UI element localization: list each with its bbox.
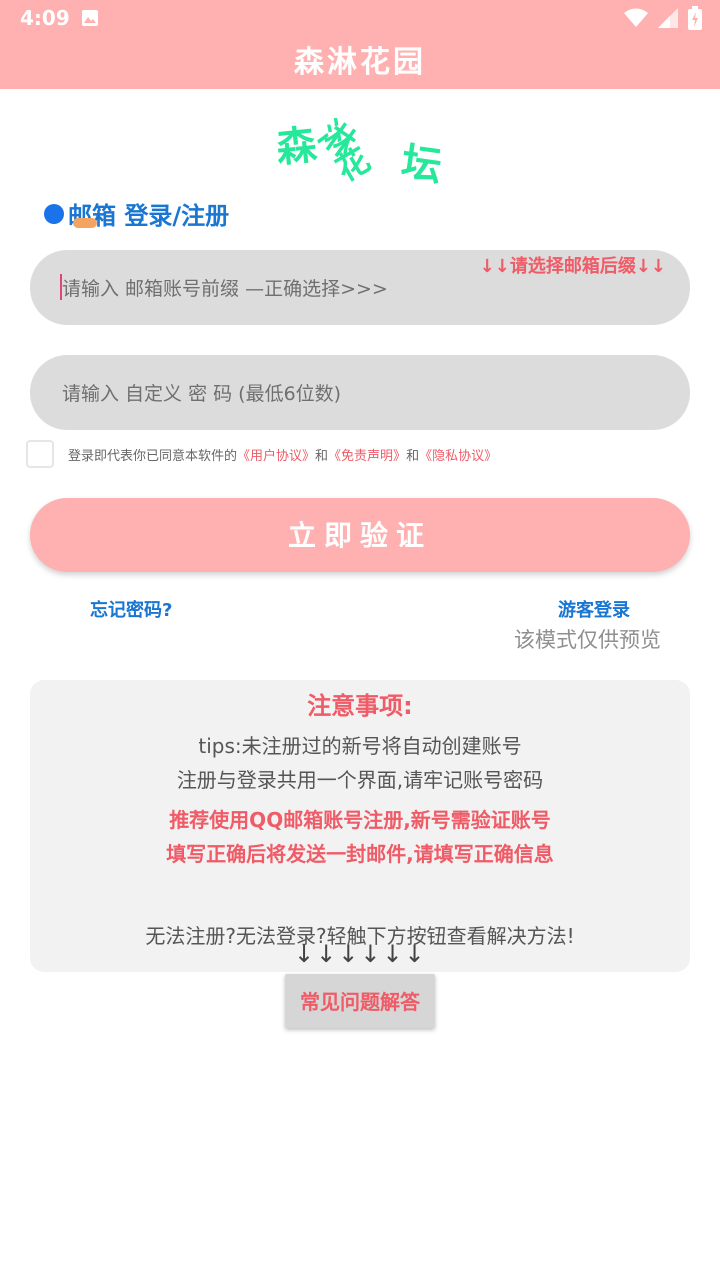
radio-dot-icon	[44, 203, 64, 224]
notice-warning: 填写正确后将发送一封邮件,请填写正确信息	[166, 842, 554, 866]
forgot-password-link[interactable]: 忘记密码?	[90, 596, 172, 622]
faq-button[interactable]: 常见问题解答	[285, 974, 435, 1028]
privacy-link[interactable]: 《隐私协议》	[419, 445, 497, 464]
email-suffix-hint[interactable]: ↓↓请选择邮箱后缀↓↓	[480, 252, 666, 278]
notice-card: 注意事项: tips:未注册过的新号将自动创建账号 注册与登录共用一个界面,请牢…	[30, 680, 690, 972]
login-mode[interactable]: 邮箱 登录/注册	[44, 196, 229, 231]
badge-pill	[73, 218, 97, 228]
app-logo: 森 淋 花 坛	[270, 102, 450, 190]
agreement-and: 和	[315, 448, 329, 464]
password-field-container	[30, 355, 690, 432]
image-icon	[82, 10, 98, 26]
disclaimer-link[interactable]: 《免责声明》	[328, 445, 406, 464]
agreement-checkbox[interactable]	[26, 440, 54, 468]
signal-icon	[658, 8, 678, 28]
notice-tip: 注册与登录共用一个界面,请牢记账号密码	[176, 768, 544, 792]
guest-mode-note: 该模式仅供预览	[514, 628, 661, 652]
guest-login-link[interactable]: 游客登录	[558, 596, 630, 622]
user-agreement-link[interactable]: 《用户协议》	[237, 445, 315, 464]
wifi-icon	[624, 8, 648, 27]
text-caret	[60, 274, 62, 300]
agreement-and: 和	[406, 448, 420, 464]
notice-warning: 推荐使用QQ邮箱账号注册,新号需验证账号	[169, 808, 551, 832]
agreement-row: 登录即代表你已同意本软件的 《用户协议》 和 《免责声明》 和 《隐私协议》	[26, 440, 497, 468]
notice-tip: tips:未注册过的新号将自动创建账号	[198, 734, 522, 758]
down-arrows: ↓↓↓↓↓↓	[294, 940, 427, 968]
email-field-container: ↓↓请选择邮箱后缀↓↓	[30, 250, 690, 327]
agreement-prefix: 登录即代表你已同意本软件的	[68, 448, 238, 464]
status-time: 4:09	[20, 6, 70, 30]
status-bar: 4:09	[0, 0, 720, 36]
app-title: 森淋花园	[0, 36, 720, 89]
verify-button[interactable]: 立即验证	[30, 498, 690, 572]
battery-icon	[688, 6, 702, 30]
logo-char: 坛	[398, 139, 445, 191]
password-input[interactable]	[60, 355, 664, 432]
notice-title: 注意事项:	[307, 692, 413, 720]
